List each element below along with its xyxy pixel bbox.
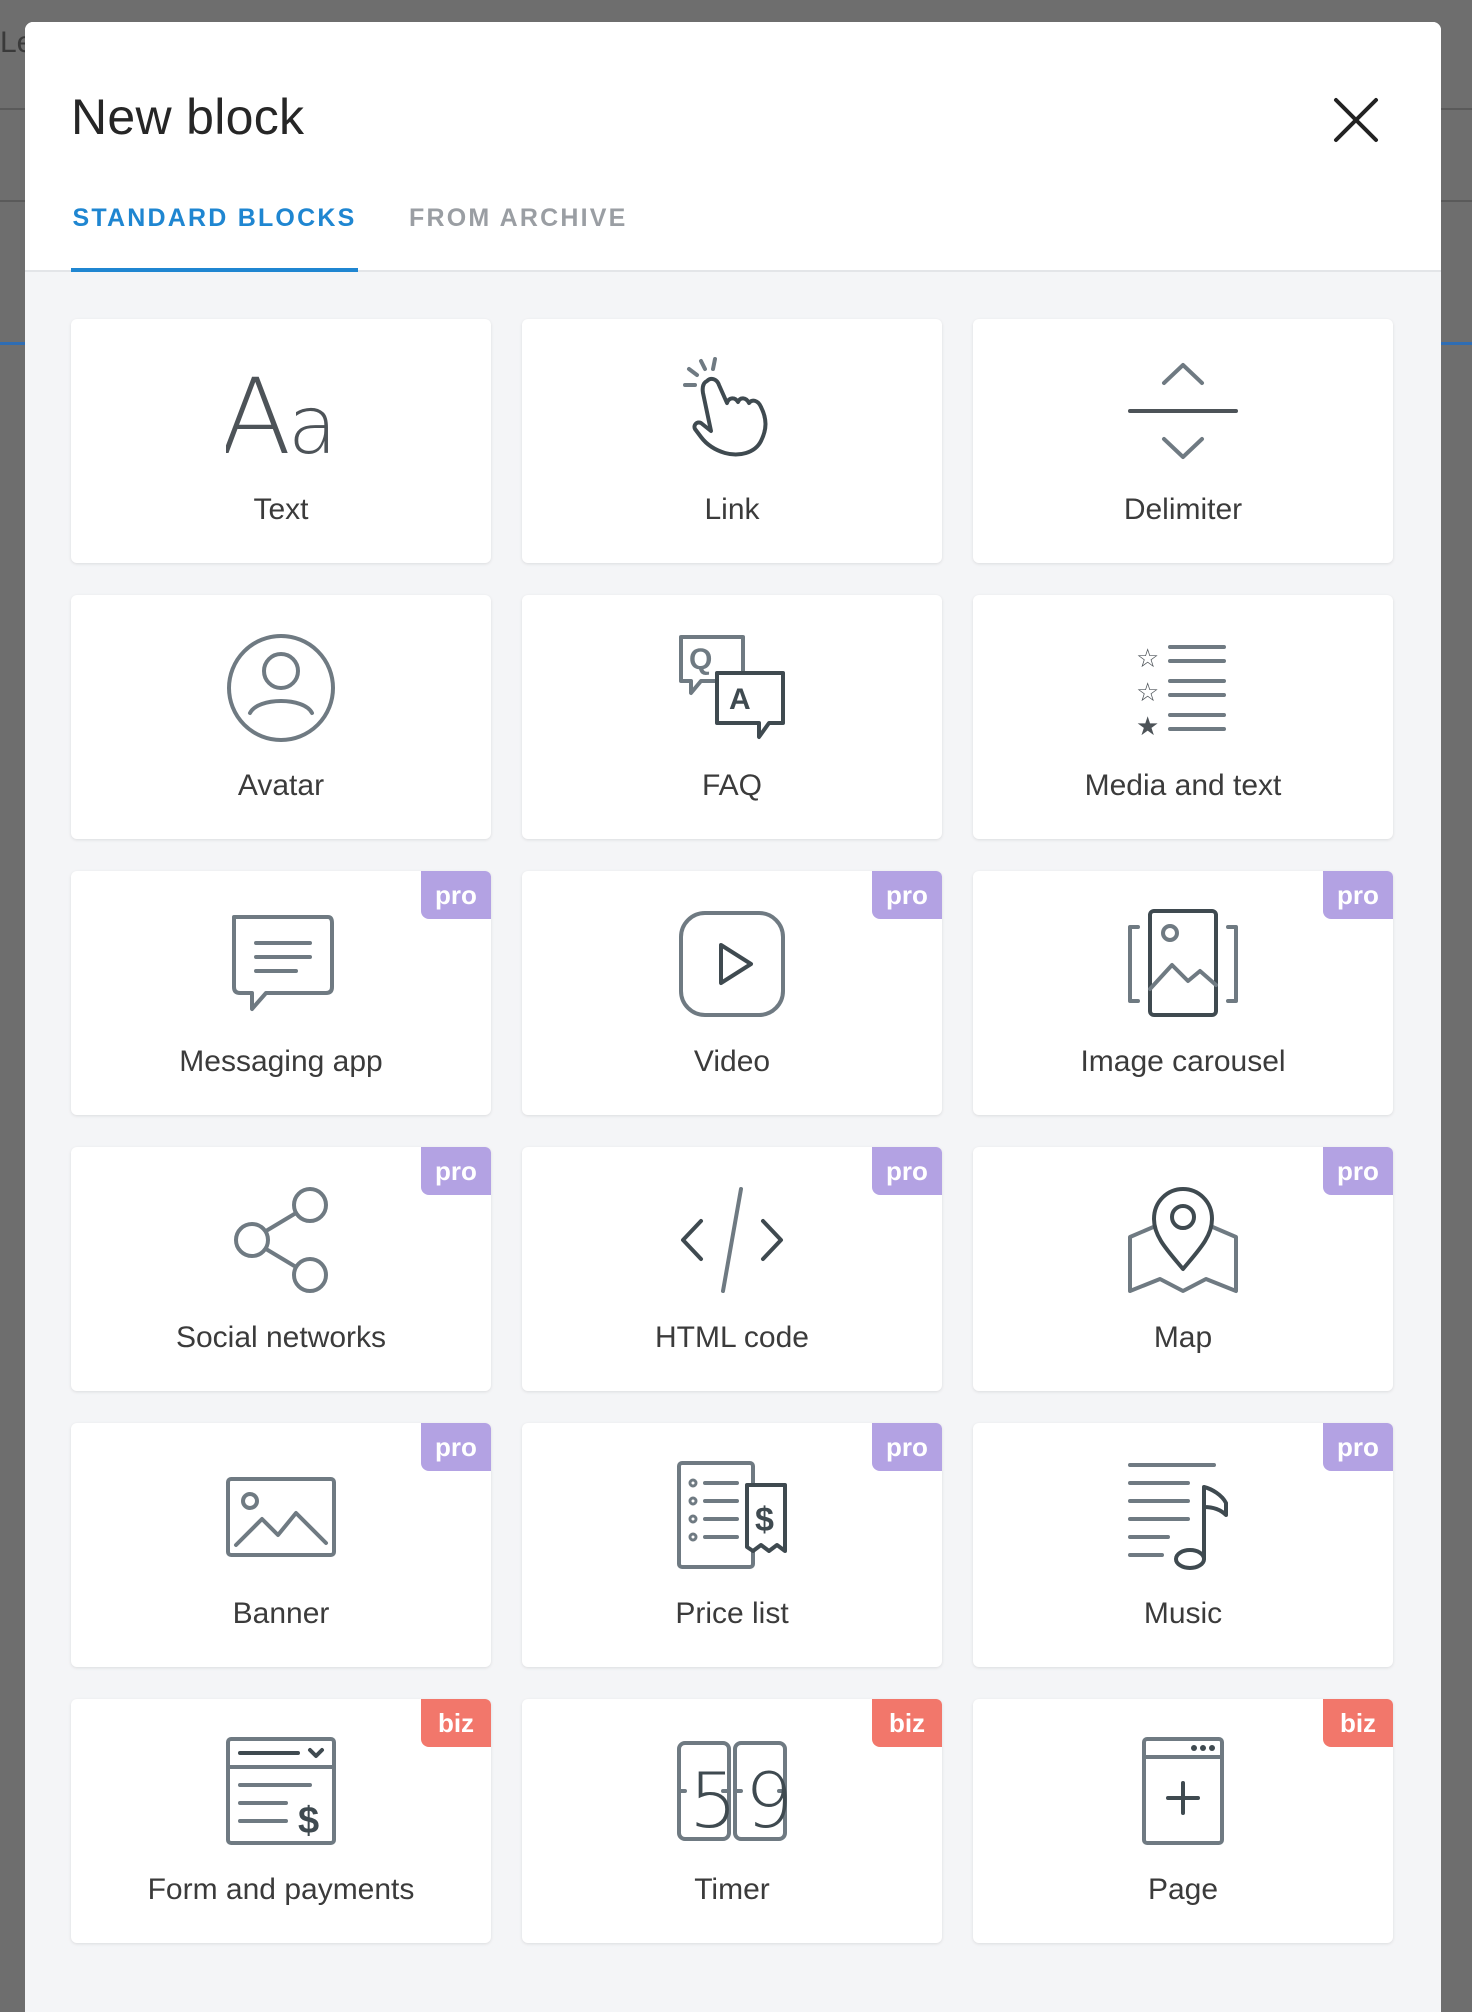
block-label: FAQ <box>701 769 762 802</box>
timer-icon: 5 9 <box>677 1737 787 1847</box>
pro-badge: pro <box>421 871 491 919</box>
block-card-link[interactable]: Link <box>522 319 942 563</box>
block-label: Music <box>1143 1597 1223 1630</box>
block-label: Banner <box>232 1597 330 1630</box>
svg-text:a: a <box>288 379 336 467</box>
background-divider <box>1441 200 1472 202</box>
svg-text:A: A <box>226 357 291 467</box>
media-text-icon: ☆ ☆ ★ <box>1128 633 1238 743</box>
biz-badge: biz <box>872 1699 942 1747</box>
background-divider <box>0 108 25 110</box>
block-label: HTML code <box>655 1321 809 1354</box>
block-card-image-carousel[interactable]: pro Image carousel <box>973 871 1393 1115</box>
image-carousel-icon <box>1128 909 1238 1019</box>
block-card-page[interactable]: biz Page <box>973 1699 1393 1943</box>
block-card-media-and-text[interactable]: ☆ ☆ ★ Media and text <box>973 595 1393 839</box>
svg-text:Q: Q <box>689 643 712 676</box>
map-pin-icon <box>1128 1185 1238 1295</box>
pro-badge: pro <box>1323 1423 1393 1471</box>
biz-badge: biz <box>421 1699 491 1747</box>
banner-image-icon <box>226 1461 336 1571</box>
form-payment-icon: $ <box>226 1737 336 1847</box>
block-card-social-networks[interactable]: pro Social networks <box>71 1147 491 1391</box>
block-label: Avatar <box>237 769 325 802</box>
block-card-timer[interactable]: biz 5 9 Timer <box>522 1699 942 1943</box>
faq-icon: Q A <box>677 633 787 743</box>
text-icon: Aa <box>226 357 336 467</box>
block-card-map[interactable]: pro Map <box>973 1147 1393 1391</box>
avatar-icon <box>226 633 336 743</box>
svg-text:A: A <box>729 683 751 716</box>
pro-badge: pro <box>1323 1147 1393 1195</box>
background-divider <box>0 200 25 202</box>
block-label: Text <box>253 493 309 526</box>
background-accent-line <box>0 342 25 345</box>
close-button[interactable] <box>1328 92 1384 148</box>
block-label: Timer <box>694 1873 770 1906</box>
block-label: Price list <box>675 1597 789 1630</box>
block-card-delimiter[interactable]: Delimiter <box>973 319 1393 563</box>
video-play-icon <box>677 909 787 1019</box>
code-icon <box>677 1185 787 1295</box>
new-block-dialog: New block STANDARD BLOCKS FROM ARCHIVE A… <box>25 22 1441 2012</box>
block-card-avatar[interactable]: Avatar <box>71 595 491 839</box>
block-card-banner[interactable]: pro Banner <box>71 1423 491 1667</box>
block-label: Form and payments <box>147 1873 415 1906</box>
svg-text:5: 5 <box>689 1756 737 1845</box>
close-icon <box>1334 98 1378 142</box>
block-card-text[interactable]: Aa Text <box>71 319 491 563</box>
background-accent-line <box>1441 342 1472 345</box>
tab-standard-blocks[interactable]: STANDARD BLOCKS <box>71 192 358 272</box>
pointer-hand-icon <box>677 357 787 467</box>
pro-badge: pro <box>421 1147 491 1195</box>
svg-text:☆: ☆ <box>1136 644 1159 674</box>
pro-badge: pro <box>872 871 942 919</box>
block-card-form-and-payments[interactable]: biz $ Form and payments <box>71 1699 491 1943</box>
message-icon <box>226 909 336 1019</box>
block-label: Page <box>1147 1873 1219 1906</box>
music-icon <box>1128 1461 1238 1571</box>
dialog-title: New block <box>71 89 305 145</box>
dialog-header: New block STANDARD BLOCKS FROM ARCHIVE <box>25 22 1441 272</box>
block-card-html-code[interactable]: pro HTML code <box>522 1147 942 1391</box>
block-label: Link <box>704 493 760 526</box>
block-label: Social networks <box>175 1321 387 1354</box>
svg-text:$: $ <box>298 1800 319 1842</box>
price-list-icon: $ <box>677 1461 787 1571</box>
svg-text:$: $ <box>755 1501 774 1539</box>
block-card-messaging-app[interactable]: pro Messaging app <box>71 871 491 1115</box>
share-icon <box>226 1185 336 1295</box>
block-card-video[interactable]: pro Video <box>522 871 942 1115</box>
block-label: Media and text <box>1084 769 1282 802</box>
pro-badge: pro <box>421 1423 491 1471</box>
pro-badge: pro <box>1323 871 1393 919</box>
block-label: Image carousel <box>1080 1045 1286 1078</box>
block-label: Map <box>1153 1321 1213 1354</box>
block-card-music[interactable]: pro Music <box>973 1423 1393 1667</box>
block-label: Video <box>693 1045 771 1078</box>
block-card-price-list[interactable]: pro $ Price list <box>522 1423 942 1667</box>
block-label: Messaging app <box>179 1045 383 1078</box>
tab-from-archive[interactable]: FROM ARCHIVE <box>391 192 649 270</box>
block-card-faq[interactable]: Q A FAQ <box>522 595 942 839</box>
pro-badge: pro <box>872 1147 942 1195</box>
add-page-icon <box>1128 1737 1238 1847</box>
svg-text:☆: ☆ <box>1136 678 1159 708</box>
svg-text:9: 9 <box>745 1756 787 1845</box>
svg-text:★: ★ <box>1136 712 1159 742</box>
block-label: Delimiter <box>1123 493 1243 526</box>
pro-badge: pro <box>872 1423 942 1471</box>
background-divider <box>1441 108 1472 110</box>
delimiter-icon <box>1128 357 1238 467</box>
biz-badge: biz <box>1323 1699 1393 1747</box>
